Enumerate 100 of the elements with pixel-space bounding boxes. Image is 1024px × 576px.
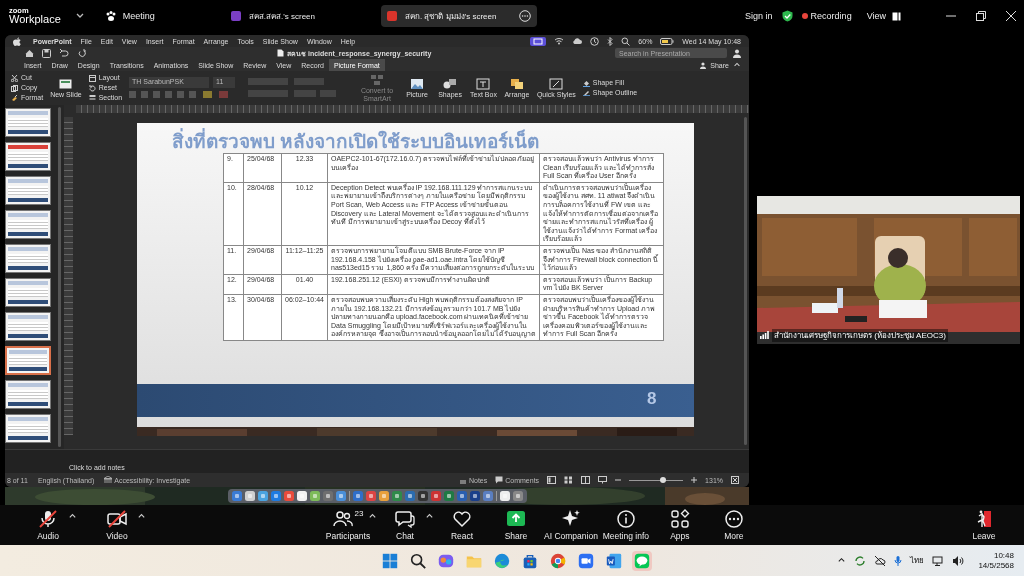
share-screen-button[interactable]: Share	[490, 509, 542, 541]
grid-view-icon[interactable]	[564, 476, 574, 484]
document-icon	[277, 49, 284, 57]
caret-icon[interactable]	[425, 512, 434, 521]
brush-icon	[11, 94, 18, 102]
dock-app-icon[interactable]	[231, 491, 242, 501]
slide-thumbnail[interactable]	[5, 210, 51, 239]
caret-icon[interactable]	[68, 512, 77, 521]
dock-app-icon[interactable]	[512, 491, 523, 501]
dock-app-icon[interactable]	[404, 491, 415, 501]
sync-icon[interactable]	[854, 554, 867, 567]
scrollbar[interactable]	[58, 107, 61, 447]
search-icon[interactable]	[621, 36, 631, 46]
dock-app-icon[interactable]	[335, 491, 346, 501]
redo-icon[interactable]	[77, 48, 87, 58]
dock-app-icon[interactable]	[257, 491, 268, 501]
slide-thumbnail[interactable]	[5, 142, 51, 171]
dock-app-icon[interactable]	[391, 491, 402, 501]
pen-icon	[582, 89, 590, 97]
recording-button[interactable]: Recording	[801, 11, 852, 21]
leave-button[interactable]: Leave	[958, 509, 1010, 541]
paw-icon	[104, 10, 117, 22]
slide-thumbnail[interactable]	[5, 414, 51, 443]
ai-companion-button[interactable]: AI Companion	[544, 509, 598, 541]
comment-icon	[495, 476, 504, 484]
undo-icon[interactable]	[59, 48, 69, 58]
clock[interactable]: 10:48 14/5/2568	[978, 550, 1014, 571]
dock-app-icon[interactable]	[322, 491, 333, 501]
save-icon[interactable]	[42, 48, 51, 58]
chat-button[interactable]: Chat	[379, 509, 431, 541]
slide-thumbnail[interactable]	[5, 244, 51, 273]
clock-icon[interactable]	[590, 36, 600, 46]
arrange-icon	[509, 77, 524, 90]
home-icon[interactable]	[25, 48, 34, 58]
slide-thumbnail[interactable]	[5, 380, 51, 409]
caret-icon[interactable]	[837, 556, 847, 565]
screen-share-icon[interactable]	[530, 36, 547, 46]
video-button[interactable]: Video	[91, 509, 143, 541]
dock-app-icon[interactable]	[270, 491, 281, 501]
scrollbar[interactable]	[744, 117, 747, 445]
accessibility-icon	[104, 476, 113, 484]
dock-app-icon[interactable]	[417, 491, 428, 501]
normal-view-icon[interactable]	[547, 476, 557, 484]
zoom-in-icon[interactable]	[691, 477, 698, 483]
signal-icon	[760, 331, 769, 339]
input-language-indicator[interactable]: ไทย	[910, 554, 925, 567]
dock-app-icon[interactable]	[499, 491, 510, 501]
microphone-icon[interactable]	[894, 554, 903, 567]
close-icon[interactable]	[1006, 11, 1016, 21]
dock-app-icon[interactable]	[482, 491, 493, 501]
zoom-out-icon[interactable]	[615, 477, 622, 483]
apple-icon[interactable]	[13, 36, 21, 46]
react-button[interactable]: React	[436, 509, 488, 541]
account-icon[interactable]	[733, 48, 741, 58]
volume-icon[interactable]	[952, 554, 965, 567]
dock-app-icon[interactable]	[365, 491, 376, 501]
wifi-icon[interactable]	[554, 37, 565, 45]
caret-icon[interactable]	[733, 61, 741, 69]
reading-view-icon[interactable]	[581, 476, 591, 484]
network-icon[interactable]	[932, 554, 945, 567]
slide-thumbnail[interactable]	[5, 108, 51, 137]
dock-app-icon[interactable]	[352, 491, 363, 501]
restore-icon[interactable]	[976, 11, 986, 21]
cloud-off-icon[interactable]	[874, 554, 887, 567]
layout-icon	[88, 74, 96, 82]
slider-thumb[interactable]	[659, 476, 666, 483]
slide-thumbnail[interactable]	[5, 346, 51, 375]
view-button[interactable]: View	[866, 11, 901, 21]
bluetooth-icon[interactable]	[607, 36, 614, 46]
slide-thumbnail[interactable]	[5, 312, 51, 341]
slide-thumbnail[interactable]	[5, 278, 51, 307]
screen-tab[interactable]: สคส.สคส.'s screen	[224, 5, 321, 27]
dock-app-icon[interactable]	[309, 491, 320, 501]
dock-app-icon[interactable]	[456, 491, 467, 501]
dock-app-icon[interactable]	[378, 491, 389, 501]
apps-button[interactable]: Apps	[653, 509, 706, 541]
caret-icon[interactable]	[137, 512, 146, 521]
picture-icon	[410, 77, 425, 90]
screen-tab[interactable]: สคก. สุชาติ มุมม่ง's screen	[381, 5, 537, 27]
more-button[interactable]: More	[707, 509, 760, 541]
copy-icon	[11, 84, 18, 92]
slide-thumbnail[interactable]	[5, 176, 51, 205]
sign-in-link[interactable]: Sign in	[745, 11, 773, 21]
dock-app-icon[interactable]	[469, 491, 480, 501]
section-icon	[88, 94, 96, 102]
audio-button[interactable]: Audio	[22, 509, 74, 541]
slideshow-icon[interactable]	[598, 476, 608, 484]
meeting-info-button[interactable]: Meeting info	[599, 509, 652, 541]
dock-app-icon[interactable]	[283, 491, 294, 501]
dock-app-icon[interactable]	[244, 491, 255, 501]
participants-button[interactable]: 23 Participants	[322, 509, 374, 541]
battery-icon	[660, 37, 675, 45]
more-icon[interactable]	[519, 10, 531, 22]
cloud-icon[interactable]	[572, 37, 583, 45]
fit-slide-icon[interactable]	[731, 476, 739, 484]
dock-app-icon[interactable]	[430, 491, 441, 501]
caret-icon[interactable]	[368, 512, 377, 521]
dock-app-icon[interactable]	[443, 491, 454, 501]
meeting-button[interactable]: Meeting	[104, 10, 155, 22]
dock-app-icon[interactable]	[296, 491, 307, 501]
